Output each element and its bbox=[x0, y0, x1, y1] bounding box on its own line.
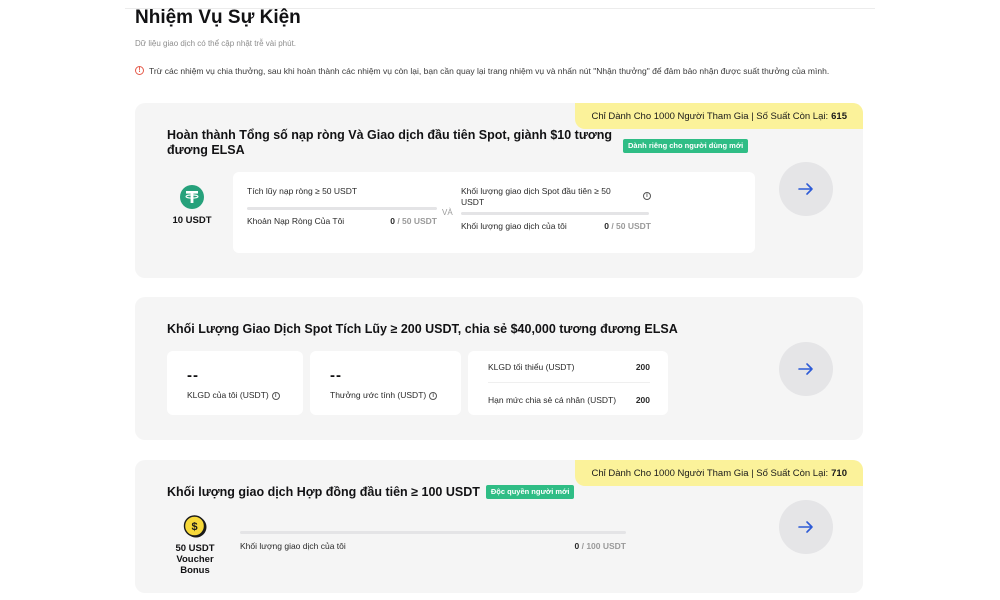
page-title: Nhiệm Vụ Sự Kiện bbox=[135, 7, 301, 28]
exclusive-new-user-badge: Độc quyền người mới bbox=[485, 485, 575, 499]
info-icon[interactable]: i bbox=[271, 391, 280, 400]
banner-text: Chỉ Dành Cho 1000 Người Tham Gia | Số Su… bbox=[591, 467, 829, 479]
remaining-slots: 710 bbox=[831, 467, 847, 479]
progress-value: 0 / 50 USDT bbox=[604, 221, 651, 231]
svg-text:$: $ bbox=[191, 521, 197, 533]
task-details-panel: KLGD tối thiểu (USDT) 200 Hạn mức chia s… bbox=[468, 351, 668, 415]
new-user-badge: Dành riêng cho người dùng mới bbox=[623, 135, 749, 153]
detail-row: Hạn mức chia sẻ cá nhân (USDT) 200 bbox=[488, 395, 650, 405]
progress-label: Khối lượng giao dịch của tôi bbox=[461, 221, 567, 231]
info-icon[interactable]: i bbox=[643, 192, 651, 200]
remaining-slots: 615 bbox=[831, 110, 847, 122]
page-subtitle: Dữ liệu giao dịch có thể cập nhật trễ và… bbox=[135, 39, 297, 48]
arrow-right-icon bbox=[798, 521, 813, 533]
futures-progress-bar bbox=[240, 531, 626, 534]
condition-first-spot-trade: Khối lượng giao dịch Spot đầu tiên ≥ 50 … bbox=[461, 186, 651, 231]
arrow-right-icon bbox=[798, 183, 813, 195]
and-connector: VÀ bbox=[442, 208, 453, 217]
task-title: Khối Lượng Giao Dịch Spot Tích Lũy ≥ 200… bbox=[167, 322, 678, 336]
detail-row: KLGD tối thiểu (USDT) 200 bbox=[488, 362, 650, 372]
task-title: Khối lượng giao dịch Hợp đồng đầu tiên ≥… bbox=[167, 485, 647, 500]
reward-10-usdt: 10 USDT bbox=[165, 185, 219, 226]
progress-label: Khoản Nạp Ròng Của Tôi bbox=[247, 216, 345, 226]
reward-label-amount: 50 USDT bbox=[175, 543, 215, 554]
condition-label: Tích lũy nạp ròng ≥ 50 USDT bbox=[247, 186, 358, 196]
task-card-first-futures-trade: Chỉ Dành Cho 1000 Người Tham Gia | Số Su… bbox=[135, 460, 863, 593]
conditions-panel: Tích lũy nạp ròng ≥ 50 USDT Khoản Nạp Rò… bbox=[233, 172, 755, 253]
notice-box: ! Trừ các nhiệm vụ chia thưởng, sau khi … bbox=[135, 65, 865, 77]
task-card-spot-volume: Khối Lượng Giao Dịch Spot Tích Lũy ≥ 200… bbox=[135, 297, 863, 440]
reward-label: 10 USDT bbox=[172, 215, 212, 226]
estimated-reward-stat: -- Thưởng ước tính (USDT) i bbox=[310, 351, 461, 415]
task-title: Hoàn thành Tổng số nạp ròng Và Giao dịch… bbox=[167, 128, 627, 158]
spot-trade-progress-bar bbox=[461, 212, 649, 215]
notice-text: Trừ các nhiệm vụ chia thưởng, sau khi ho… bbox=[149, 66, 830, 76]
tether-icon bbox=[180, 185, 204, 209]
progress-value: 0 / 50 USDT bbox=[390, 216, 437, 226]
deposit-progress-bar bbox=[247, 207, 437, 210]
futures-progress: Khối lượng giao dịch của tôi 0 / 100 USD… bbox=[240, 531, 626, 551]
warning-icon: ! bbox=[135, 66, 144, 75]
progress-label: Khối lượng giao dịch của tôi bbox=[240, 541, 346, 551]
banner-text: Chỉ Dành Cho 1000 Người Tham Gia | Số Su… bbox=[591, 110, 829, 122]
go-task-button[interactable] bbox=[779, 342, 833, 396]
arrow-right-icon bbox=[798, 363, 813, 375]
task-title-text: Hoàn thành Tổng số nạp ròng Và Giao dịch… bbox=[167, 128, 613, 157]
go-task-button[interactable] bbox=[779, 162, 833, 216]
stat-label: Thưởng ước tính (USDT) i bbox=[330, 390, 438, 400]
progress-value: 0 / 100 USDT bbox=[574, 541, 626, 551]
condition-net-deposit: Tích lũy nạp ròng ≥ 50 USDT Khoản Nạp Rò… bbox=[247, 186, 437, 226]
participant-limit-banner: Chỉ Dành Cho 1000 Người Tham Gia | Số Su… bbox=[575, 460, 863, 486]
info-icon[interactable]: i bbox=[429, 391, 438, 400]
reward-label-bonus: Bonus bbox=[180, 565, 210, 576]
stat-label: KLGD của tôi (USDT) i bbox=[187, 390, 280, 400]
condition-label: Khối lượng giao dịch Spot đầu tiên ≥ 50 … bbox=[461, 186, 611, 207]
divider bbox=[488, 382, 650, 383]
stat-value: -- bbox=[187, 367, 199, 384]
reward-voucher-bonus: $ 50 USDT Voucher Bonus bbox=[167, 515, 223, 576]
task-card-net-deposit: Chỉ Dành Cho 1000 Người Tham Gia | Số Su… bbox=[135, 103, 863, 278]
reward-label-type: Voucher bbox=[176, 554, 214, 565]
dollar-coin-icon: $ bbox=[183, 515, 207, 538]
stat-value: -- bbox=[330, 367, 342, 384]
task-title-text: Khối lượng giao dịch Hợp đồng đầu tiên ≥… bbox=[167, 485, 480, 499]
participant-limit-banner: Chỉ Dành Cho 1000 Người Tham Gia | Số Su… bbox=[575, 103, 863, 129]
my-volume-stat: -- KLGD của tôi (USDT) i bbox=[167, 351, 303, 415]
go-task-button[interactable] bbox=[779, 500, 833, 554]
